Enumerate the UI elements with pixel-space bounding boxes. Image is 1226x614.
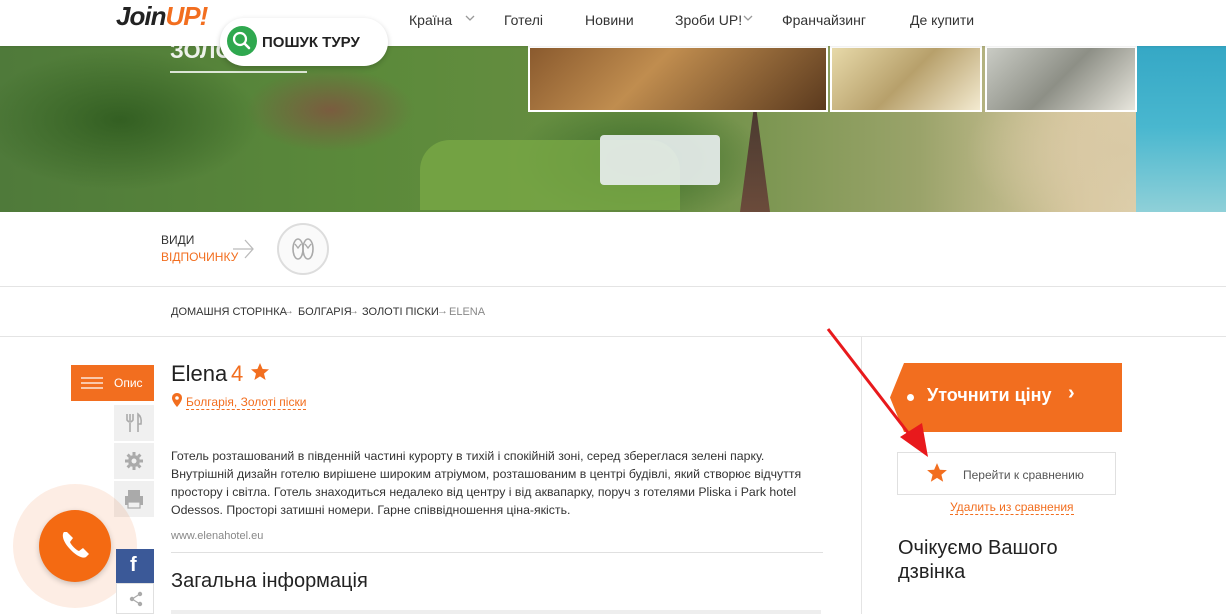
breadcrumb-resort[interactable]: ЗОЛОТІ ПІСКИ <box>362 306 439 318</box>
nav-item-where-buy[interactable]: Де купити <box>910 12 974 28</box>
annotation-arrow-icon <box>826 328 928 457</box>
gallery-photo-2[interactable] <box>830 46 982 112</box>
hotel-description: Готель розташований в південній частині … <box>171 449 802 517</box>
breadcrumb-current: ELENA <box>449 306 486 318</box>
remove-from-compare-link[interactable]: Удалить из сравнения <box>950 500 1074 515</box>
hotel-website[interactable]: www.elenahotel.eu <box>171 530 263 542</box>
tab-description[interactable]: Опис <box>71 365 154 401</box>
hero-tower <box>740 110 770 212</box>
star-icon <box>927 463 947 482</box>
gallery-photo-3[interactable] <box>985 46 1137 112</box>
facebook-icon: f <box>130 554 137 576</box>
hotel-name: Elena <box>171 361 228 386</box>
activity-beach[interactable] <box>277 223 329 275</box>
nav-item-do-up[interactable]: Зроби UP! <box>675 12 742 28</box>
phone-icon <box>62 532 89 558</box>
gallery-photo-1[interactable] <box>528 46 828 112</box>
hero-title-underline <box>170 71 307 73</box>
menu-lines-icon <box>81 377 103 389</box>
activity-label-line1: ВИДИ <box>161 233 195 247</box>
hotel-stars: 4 <box>231 361 244 386</box>
cutlery-icon <box>126 412 142 432</box>
tab-services[interactable] <box>114 443 154 479</box>
breadcrumb-separator: → <box>283 305 294 317</box>
hotel-location-link[interactable]: Болгарія, Золоті піски <box>186 395 307 410</box>
chevron-right-icon: › <box>1068 382 1075 404</box>
go-to-compare-label: Перейти к сравнению <box>963 468 1084 482</box>
arrow-right-icon <box>233 239 254 259</box>
breadcrumb-country[interactable]: БОЛГАРІЯ <box>298 306 352 318</box>
clarify-price-label: Уточнити ціну <box>927 385 1052 405</box>
location-pin-icon <box>172 393 182 407</box>
description-divider <box>171 552 823 553</box>
nav-item-country[interactable]: Країна <box>409 12 452 28</box>
flip-flops-icon <box>292 238 314 260</box>
top-header: JoinUP! Країна Готелі Новини Зроби UP! Ф… <box>0 0 1226 46</box>
breadcrumb-separator: → <box>348 305 359 317</box>
content-divider <box>0 336 1226 337</box>
facebook-share-button[interactable]: f <box>116 549 154 583</box>
chevron-down-icon[interactable] <box>743 10 753 31</box>
search-icon <box>232 31 251 50</box>
search-tour-button[interactable]: ПОШУК ТУРУ <box>220 18 388 66</box>
chevron-down-icon[interactable] <box>465 10 475 31</box>
star-icon <box>251 363 269 380</box>
nav-item-news[interactable]: Новини <box>585 12 634 28</box>
callback-phone-button[interactable] <box>39 510 111 582</box>
share-icon <box>129 591 143 607</box>
site-logo[interactable]: JoinUP! <box>116 1 208 32</box>
search-tour-label: ПОШУК ТУРУ <box>262 34 360 51</box>
breadcrumb-home[interactable]: ДОМАШНЯ СТОРІНКА <box>171 306 287 318</box>
share-button[interactable] <box>116 583 154 614</box>
activity-label-line2[interactable]: ВІДПОЧИНКУ <box>161 250 238 264</box>
general-info-heading: Загальна інформація <box>171 570 368 592</box>
gear-icon <box>125 452 143 470</box>
logo-main: Join <box>116 1 166 31</box>
hero-building <box>600 135 720 185</box>
nav-item-hotels[interactable]: Готелі <box>504 12 543 28</box>
info-table-header <box>171 610 821 614</box>
activity-types-strip: ВИДИ ВІДПОЧИНКУ <box>0 212 1226 287</box>
breadcrumb-separator: → <box>437 305 448 317</box>
logo-accent: UP! <box>165 1 208 31</box>
nav-item-franchise[interactable]: Франчайзинг <box>782 12 866 28</box>
search-icon-circle <box>227 26 257 56</box>
tab-restaurant[interactable] <box>114 405 154 441</box>
callback-heading: Очікуємо Вашого дзвінка <box>898 537 1058 583</box>
tab-description-label: Опис <box>114 376 143 390</box>
